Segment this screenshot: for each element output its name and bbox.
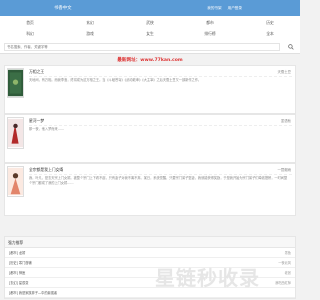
book-title[interactable]: 星河一梦: [29, 118, 44, 124]
nav-item-game[interactable]: 游戏: [60, 31, 120, 37]
nav-item-urban[interactable]: 都市: [180, 20, 240, 26]
book-title[interactable]: 全宗都是我上门女婿: [29, 167, 63, 173]
nav-item-fantasy[interactable]: 玄幻: [60, 20, 120, 26]
nav-item-complete[interactable]: 全本: [240, 31, 300, 37]
list-item-title[interactable]: [玄幻] 星辰变: [9, 280, 28, 285]
book-cover[interactable]: [7, 117, 24, 149]
nav-row-2: 科幻 游戏 女生 排行榜 全本: [0, 28, 300, 39]
category-nav: 首页 玄幻 武侠 都市 历史 科幻 游戏 女生 排行榜 全本: [0, 16, 300, 41]
book-cover[interactable]: [7, 166, 24, 197]
book-author: 一蓑烟雨: [277, 168, 291, 172]
nav-item-female[interactable]: 女生: [120, 31, 180, 37]
list-item[interactable]: [都市] 龙婿 墨鱼: [5, 248, 295, 258]
divider: [29, 174, 292, 175]
divider: [29, 125, 292, 126]
nav-item-scifi[interactable]: 科幻: [0, 31, 60, 37]
search-input[interactable]: [4, 43, 280, 51]
book-author: 墨语秋: [280, 119, 291, 123]
user-links: 我的书架 用户登录: [207, 6, 242, 11]
list-item-author: 我吃西红柿: [275, 281, 291, 285]
book-card[interactable]: 全宗都是我上门女婿 一蓑烟雨 我，叶凡，是玄天宗上门女婿。被整个宗门上下看不起，…: [4, 163, 296, 216]
book-description: 我，叶凡，是玄天宗上门女婿。被整个宗门上下看不起，只有妻子对我不离不弃。某日，系…: [29, 176, 288, 186]
promo-url: 最新网址：www.77kan.com: [117, 58, 183, 63]
search-bar: [0, 40, 300, 54]
list-item-author: 墨鱼: [284, 251, 291, 255]
book-card[interactable]: 万相之王 天蚕土豆 天地间，有万相。而我李洛，终将成为这万相之王。当《斗破苍穹》…: [4, 65, 296, 114]
list-item-title[interactable]: [都市] 龙婿: [9, 250, 25, 255]
book-author: 天蚕土豆: [277, 70, 291, 74]
top-bar: 书香中文 我的书架 用户登录: [0, 0, 300, 16]
nav-item-wuxia[interactable]: 武侠: [120, 20, 180, 26]
nav-item-history[interactable]: 历史: [240, 20, 300, 26]
book-card[interactable]: 星河一梦 墨语秋 那一夜，他入梦而来……: [4, 114, 296, 163]
divider: [29, 76, 292, 77]
nav-row-1: 首页 玄幻 武侠 都市 历史: [0, 17, 300, 28]
book-description: 天地间，有万相。而我李洛，终将成为这万相之王。当《斗破苍穹》《武动乾坤》《大主宰…: [29, 78, 202, 82]
list-item-title[interactable]: [历史] 寒门首辅: [9, 260, 32, 265]
login-link[interactable]: 用户登录: [228, 6, 242, 11]
list-item-author: 一夜北风: [278, 261, 291, 265]
bookshelf-link[interactable]: 我的书架: [207, 6, 221, 11]
book-description: 那一夜，他入梦而来……: [29, 127, 65, 131]
nav-item-ranking[interactable]: 排行榜: [180, 31, 240, 37]
site-name[interactable]: 书香中文: [54, 5, 72, 11]
section-title: 强力推荐: [5, 237, 295, 248]
list-item-title[interactable]: [都市] 神医: [9, 270, 25, 275]
nav-item-home[interactable]: 首页: [0, 20, 60, 26]
watermark: 星链秒收录: [155, 266, 260, 290]
book-title[interactable]: 万相之王: [29, 69, 44, 75]
search-icon[interactable]: [288, 44, 294, 50]
book-cover[interactable]: [7, 68, 24, 98]
list-item-author: 老张: [284, 271, 291, 275]
list-item-title[interactable]: [都市] 我是家族弃子—中的最强者: [9, 290, 57, 295]
